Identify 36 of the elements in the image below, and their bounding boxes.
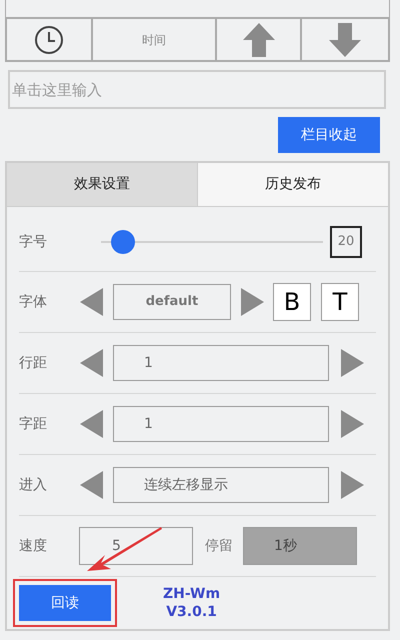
readback-button[interactable]: 回读 <box>19 585 111 621</box>
slider-thumb[interactable] <box>110 230 135 254</box>
row-label: 进入 <box>19 476 48 494</box>
left-triangle-icon[interactable] <box>79 470 105 500</box>
row-label: 字体 <box>19 292 48 312</box>
stay-label: 停留 <box>205 536 233 556</box>
font-value-field[interactable]: default <box>113 284 231 320</box>
row-label: 行距 <box>19 354 48 372</box>
speed-field[interactable]: 5 <box>79 527 193 565</box>
up-arrow-icon[interactable] <box>242 22 276 58</box>
left-triangle-icon[interactable] <box>79 287 105 317</box>
version-label: V3.0.1 <box>166 603 217 621</box>
row-label: 字距 <box>19 414 48 434</box>
bold-toggle[interactable]: B <box>273 283 311 321</box>
down-arrow-icon[interactable] <box>328 22 362 58</box>
right-triangle-icon[interactable] <box>239 287 265 317</box>
right-triangle-icon[interactable] <box>339 470 365 500</box>
value-field[interactable]: 连续左移显示 <box>113 467 329 503</box>
tab[interactable]: 效果设置 <box>7 163 198 206</box>
stay-field[interactable]: 1秒 <box>243 527 357 565</box>
left-triangle-icon[interactable] <box>79 409 105 439</box>
row-label: 字号 <box>19 232 48 252</box>
right-triangle-icon[interactable] <box>339 348 365 378</box>
collapse-button[interactable]: 栏目收起 <box>278 117 380 153</box>
value-field[interactable]: 1 <box>113 406 329 442</box>
row-label: 速度 <box>19 536 48 556</box>
text-toggle[interactable]: T <box>321 283 359 321</box>
clock-icon[interactable] <box>34 24 64 54</box>
right-triangle-icon[interactable] <box>339 409 365 439</box>
input-field[interactable]: 单击这里输入 <box>8 70 386 109</box>
left-triangle-icon[interactable] <box>79 348 105 378</box>
value-field[interactable]: 1 <box>113 345 329 381</box>
size-value: 20 <box>330 226 362 258</box>
tab[interactable]: 历史发布 <box>198 163 388 206</box>
app-name: ZH-Wm <box>163 585 220 603</box>
time-label[interactable]: 时间 <box>142 30 166 48</box>
